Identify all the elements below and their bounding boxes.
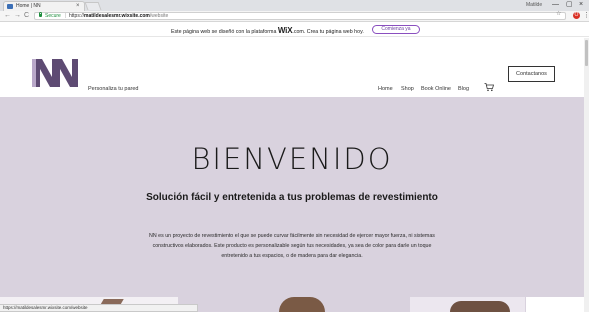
forward-icon[interactable]: →: [14, 11, 21, 21]
site-tagline: Personaliza tu pared: [88, 86, 139, 92]
nav-blog[interactable]: Blog: [458, 86, 469, 92]
product-image[interactable]: [410, 297, 525, 312]
tab-close-icon[interactable]: ×: [76, 2, 80, 10]
site-header: Personaliza tu pared Home Shop Book Onli…: [0, 37, 589, 97]
url-separator: |: [65, 13, 67, 19]
hero-description: NN es un proyecto de revestimiento el qu…: [149, 233, 435, 259]
url-path: /website: [149, 13, 169, 19]
nn-logo[interactable]: [32, 59, 78, 87]
hero-section: BIENVENIDO Solución fácil y entretenida …: [0, 97, 584, 312]
favicon-icon: [7, 4, 13, 9]
back-icon[interactable]: ←: [4, 11, 11, 21]
secure-label: Secure: [45, 13, 61, 19]
wix-banner-text: Este página web se diseñó con la platafo…: [171, 26, 364, 35]
nav-book-online[interactable]: Book Online: [421, 86, 451, 92]
url-text[interactable]: https://matildesalesmr.wixsite.com/websi…: [69, 13, 168, 19]
browser-toolbar: ← → C Secure | https://matildesalesmr.wi…: [0, 11, 589, 22]
product-image[interactable]: [526, 297, 584, 312]
browser-status-bar: https://matildesalesmr.wixsite.com/websi…: [0, 304, 198, 312]
tab-title: Home | NN: [16, 3, 41, 9]
wix-banner: Este página web se diseñó con la platafo…: [0, 23, 589, 37]
bookmark-star-icon[interactable]: ☆: [556, 11, 561, 18]
extension-icon[interactable]: O: [573, 12, 580, 19]
page-scrollbar[interactable]: [584, 38, 589, 312]
lock-icon: [39, 12, 42, 17]
wix-text-before: Este página web se diseñó con la platafo…: [171, 29, 278, 35]
browser-menu-icon[interactable]: ⋮: [583, 11, 589, 21]
minimize-icon[interactable]: —: [552, 0, 559, 10]
cart-icon[interactable]: [484, 82, 494, 92]
close-window-icon[interactable]: ×: [579, 0, 583, 10]
wix-brand: WiX: [277, 26, 293, 35]
nav-home[interactable]: Home: [378, 86, 393, 92]
url-scheme: https://: [69, 13, 85, 19]
profile-name[interactable]: Matilde: [526, 2, 542, 8]
reload-icon[interactable]: C: [24, 11, 29, 21]
url-host: matildesalesmr.wixsite.com: [84, 13, 150, 19]
hero-title: BIENVENIDO: [191, 142, 393, 176]
start-now-button[interactable]: Comienza ya: [372, 25, 420, 34]
maximize-icon[interactable]: ▢: [566, 0, 573, 10]
browser-tab[interactable]: Home | NN ×: [3, 1, 85, 11]
new-tab-button[interactable]: [84, 2, 102, 10]
wix-text-after: .com. Crea tu página web hoy.: [292, 29, 364, 35]
address-bar[interactable]: Secure | https://matildesalesmr.wixsite.…: [34, 12, 566, 20]
product-image[interactable]: [279, 297, 325, 312]
scrollbar-thumb[interactable]: [585, 40, 588, 66]
contact-button[interactable]: Contactanos: [508, 66, 555, 82]
browser-titlebar: Home | NN × Matilde — ▢ ×: [0, 0, 589, 11]
status-url: https://matildesalesmr.wixsite.com/websi…: [3, 305, 88, 310]
nav-shop[interactable]: Shop: [401, 86, 414, 92]
hero-subtitle: Solución fácil y entretenida a tus probl…: [146, 192, 438, 203]
